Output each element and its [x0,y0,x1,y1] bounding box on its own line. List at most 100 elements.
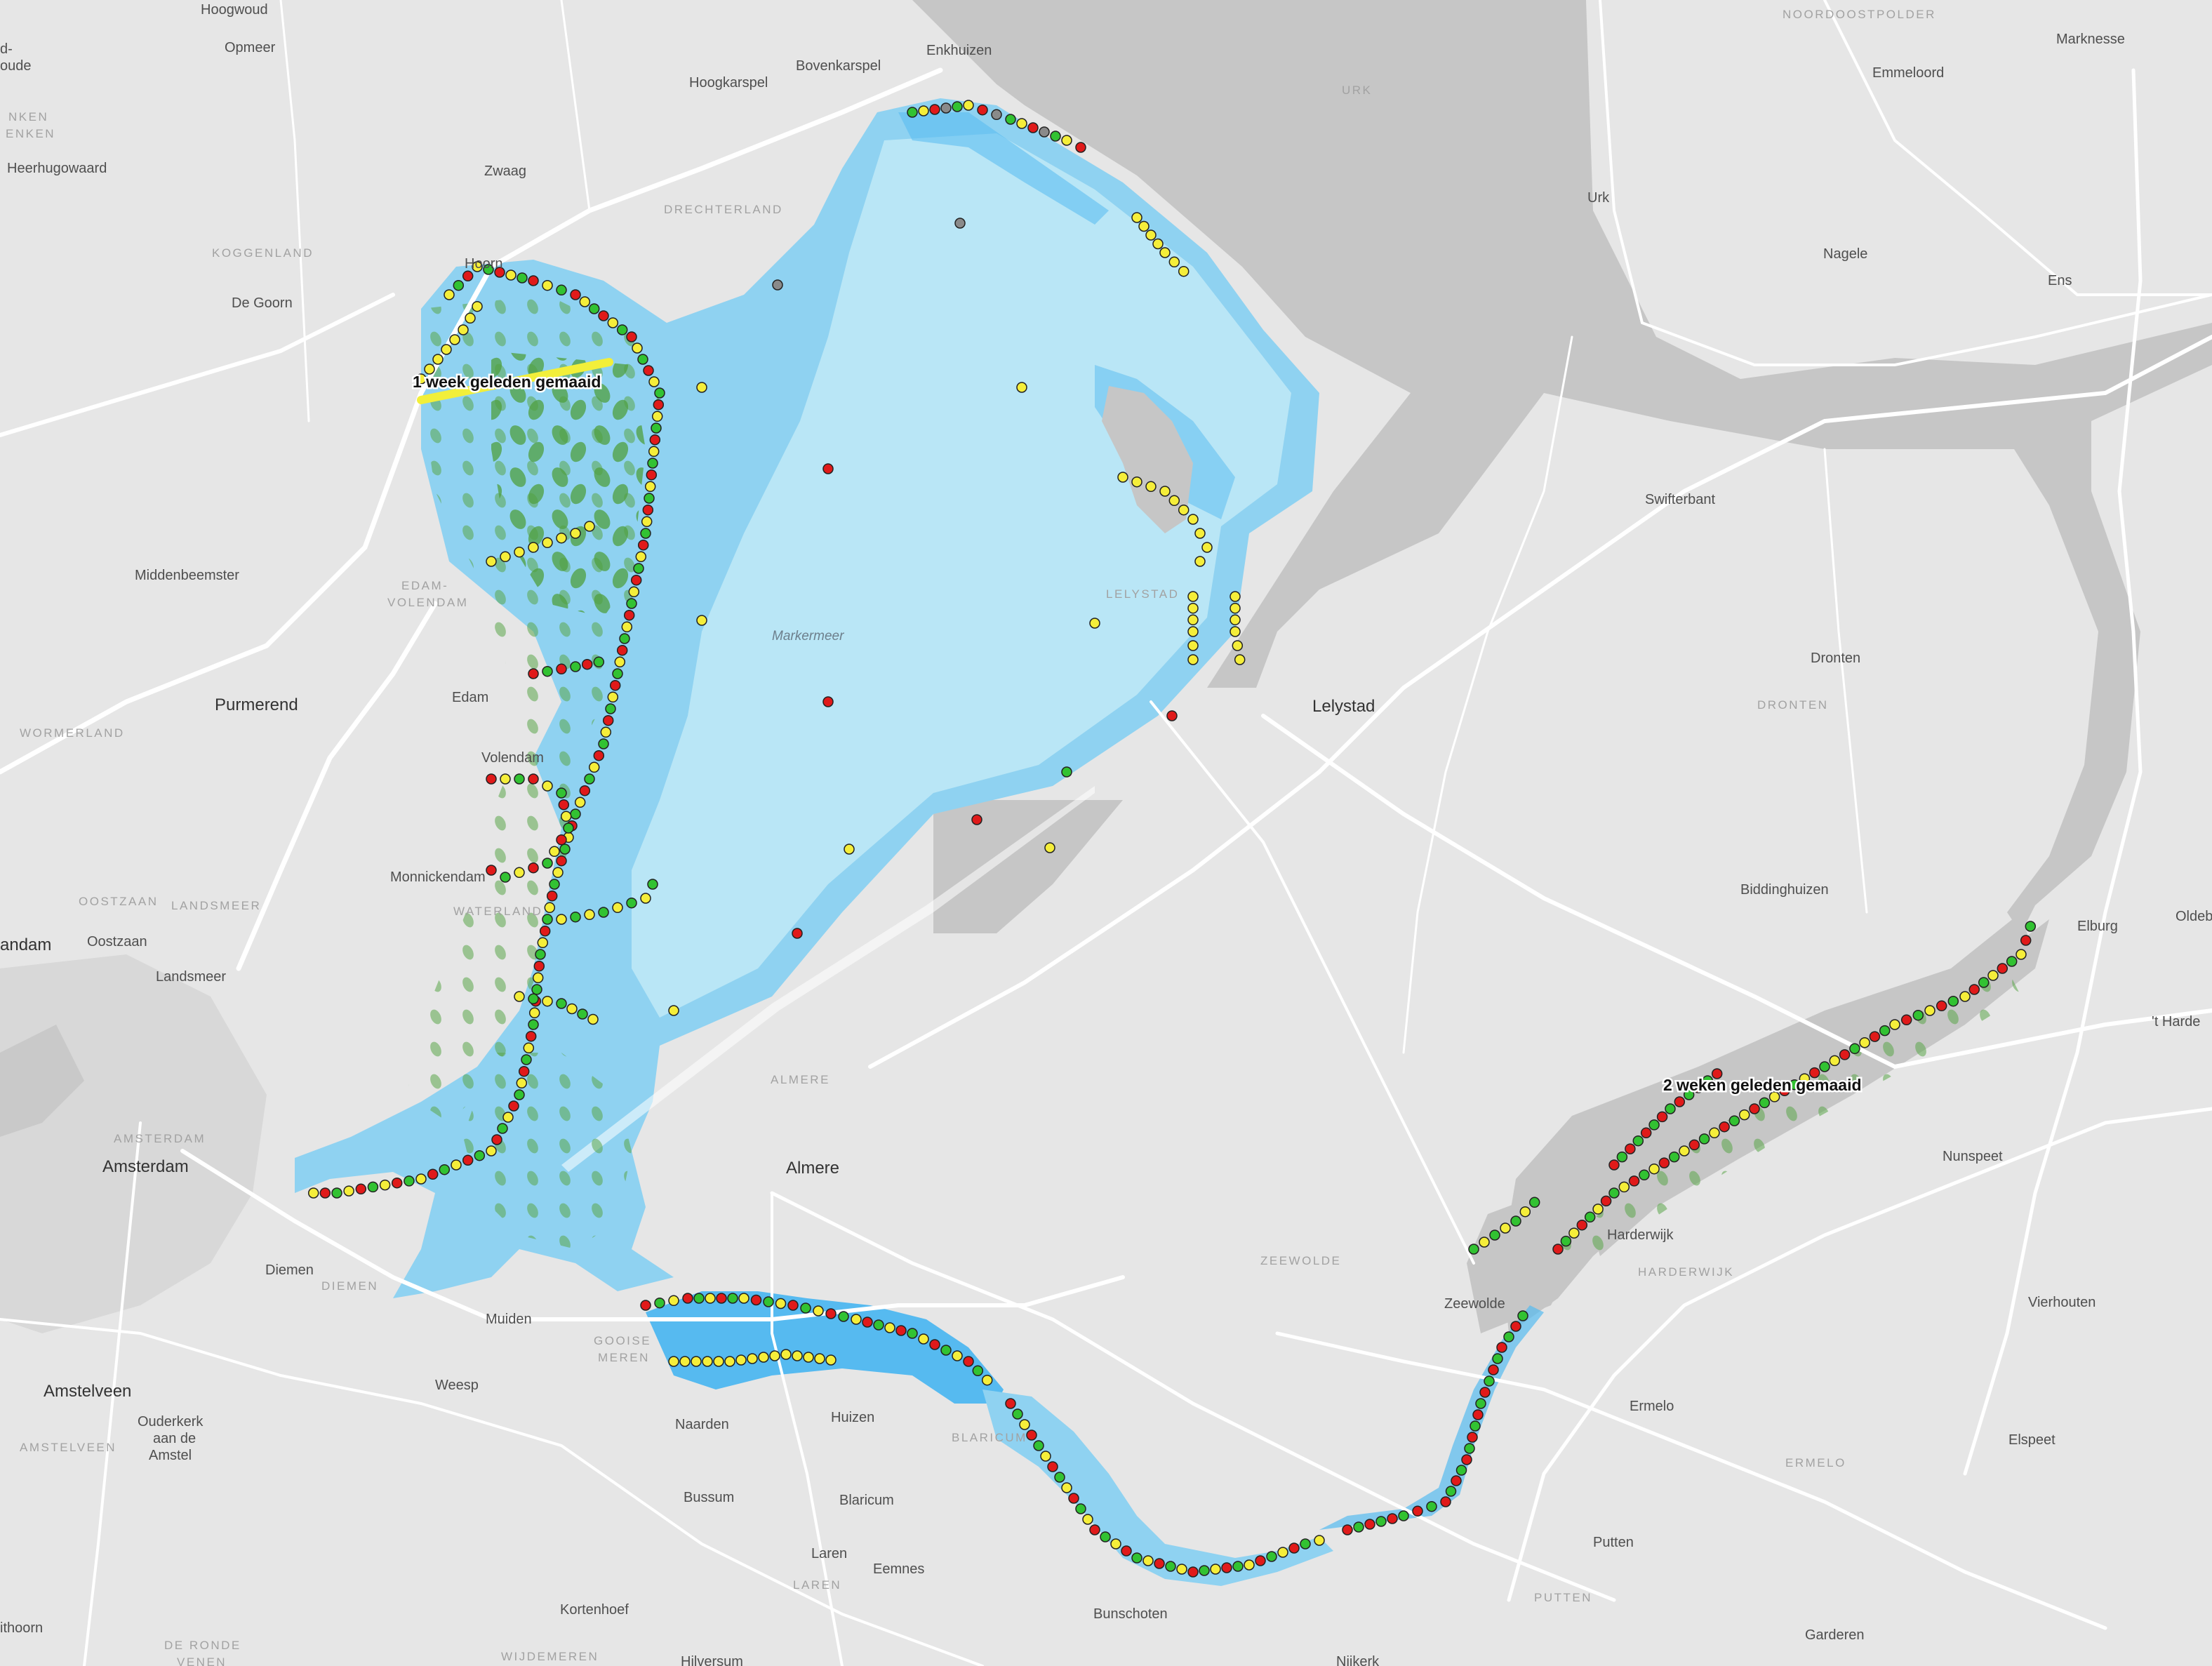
mowing-point-marker[interactable] [584,773,595,785]
mowing-point-marker[interactable] [1230,602,1241,614]
mowing-point-marker[interactable] [528,668,539,679]
mowing-point-marker[interactable] [1639,1169,1650,1181]
mowing-point-marker[interactable] [1959,991,1971,1002]
map-canvas[interactable]: Hoogwoud Opmeer Enkhuizen Bovenkarspel H… [0,0,2212,1666]
mowing-point-marker[interactable] [763,1296,774,1307]
mowing-point-marker[interactable] [528,862,539,874]
mowing-point-marker[interactable] [570,911,581,923]
mowing-point-marker[interactable] [1924,1005,1936,1016]
mowing-point-marker[interactable] [1121,1545,1132,1557]
mowing-point-marker[interactable] [584,909,595,921]
mowing-point-marker[interactable] [1165,1561,1176,1572]
mowing-point-marker[interactable] [1849,1043,1860,1055]
mowing-point-marker[interactable] [439,1164,451,1175]
mowing-point-marker[interactable] [1464,1443,1475,1454]
mowing-point-marker[interactable] [1047,1461,1058,1472]
mowing-point-marker[interactable] [649,434,661,446]
mowing-point-marker[interactable] [1230,626,1241,637]
mowing-point-marker[interactable] [918,105,929,116]
mowing-point-marker[interactable] [319,1187,331,1199]
mowing-point-marker[interactable] [641,516,653,528]
mowing-point-marker[interactable] [570,289,581,300]
mowing-point-marker[interactable] [640,893,651,904]
mowing-point-marker[interactable] [792,1350,803,1361]
mowing-point-marker[interactable] [531,984,542,995]
mowing-point-marker[interactable] [1232,640,1244,651]
mowing-point-marker[interactable] [542,279,553,291]
mowing-point-marker[interactable] [427,1168,439,1180]
mowing-point-marker[interactable] [735,1354,747,1366]
mowing-point-marker[interactable] [1266,1551,1277,1562]
mowing-point-marker[interactable] [696,382,707,393]
mowing-point-marker[interactable] [432,354,444,365]
mowing-point-marker[interactable] [2016,949,2027,960]
mowing-point-marker[interactable] [1277,1547,1288,1558]
mowing-point-marker[interactable] [1479,1237,1490,1248]
mowing-point-marker[interactable] [1075,1503,1086,1514]
mowing-point-marker[interactable] [654,1297,665,1309]
mowing-point-marker[interactable] [1314,1535,1325,1546]
mowing-point-marker[interactable] [2006,956,2018,967]
mowing-point-marker[interactable] [1608,1187,1620,1199]
mowing-point-marker[interactable] [1839,1049,1851,1060]
mowing-point-marker[interactable] [521,1054,532,1065]
mowing-point-marker[interactable] [972,1365,984,1377]
mowing-point-marker[interactable] [577,1008,588,1020]
mowing-point-marker[interactable] [1728,1115,1740,1126]
mowing-point-marker[interactable] [1440,1496,1451,1507]
mowing-point-marker[interactable] [693,1293,705,1304]
mowing-point-marker[interactable] [954,218,966,229]
mowing-point-marker[interactable] [640,1300,651,1311]
mowing-point-marker[interactable] [1131,1552,1142,1564]
mowing-point-marker[interactable] [1503,1331,1514,1342]
mowing-point-marker[interactable] [542,537,553,549]
mowing-point-marker[interactable] [614,656,626,668]
mowing-point-marker[interactable] [648,376,660,387]
mowing-point-marker[interactable] [1398,1510,1409,1521]
mowing-point-marker[interactable] [769,1350,780,1361]
mowing-point-marker[interactable] [1145,481,1157,493]
mowing-point-marker[interactable] [1054,1472,1065,1483]
mowing-point-marker[interactable] [598,738,609,749]
mowing-point-marker[interactable] [542,780,553,792]
mowing-point-marker[interactable] [486,1145,497,1157]
mowing-point-marker[interactable] [1364,1519,1375,1530]
mowing-point-marker[interactable] [1519,1206,1531,1218]
mowing-point-marker[interactable] [792,928,803,939]
mowing-point-marker[interactable] [581,658,593,670]
mowing-point-marker[interactable] [474,1149,486,1161]
mowing-point-marker[interactable] [1510,1321,1521,1332]
mowing-point-marker[interactable] [1475,1398,1486,1409]
mowing-point-marker[interactable] [558,799,570,811]
mowing-point-marker[interactable] [379,1179,391,1191]
mowing-point-marker[interactable] [1568,1227,1580,1239]
mowing-point-marker[interactable] [1221,1562,1232,1573]
mowing-point-marker[interactable] [556,998,567,1009]
mowing-point-marker[interactable] [1869,1031,1881,1042]
mowing-point-marker[interactable] [1016,118,1027,129]
mowing-point-marker[interactable] [1625,1143,1636,1154]
mowing-point-marker[interactable] [500,872,511,883]
mowing-point-marker[interactable] [486,773,497,785]
mowing-point-marker[interactable] [1353,1521,1364,1533]
mowing-point-marker[interactable] [307,1187,319,1199]
mowing-point-marker[interactable] [449,334,460,345]
mowing-point-marker[interactable] [1154,1558,1165,1569]
mowing-point-marker[interactable] [1068,1493,1079,1504]
mowing-point-marker[interactable] [1600,1195,1612,1207]
mowing-point-marker[interactable] [514,991,525,1002]
mowing-point-marker[interactable] [514,867,525,879]
mowing-point-marker[interactable] [1027,122,1039,133]
mowing-point-marker[interactable] [952,1350,963,1361]
mowing-point-marker[interactable] [1044,842,1055,853]
mowing-point-marker[interactable] [609,679,621,691]
mowing-point-marker[interactable] [505,269,517,281]
mowing-point-marker[interactable] [825,1354,837,1366]
mowing-point-marker[interactable] [502,1112,514,1123]
mowing-point-marker[interactable] [1187,626,1199,637]
mowing-point-marker[interactable] [1187,654,1199,665]
mowing-point-marker[interactable] [775,1298,787,1310]
mowing-point-marker[interactable] [1187,640,1199,651]
mowing-point-marker[interactable] [528,275,539,286]
mowing-point-marker[interactable] [1709,1127,1720,1139]
